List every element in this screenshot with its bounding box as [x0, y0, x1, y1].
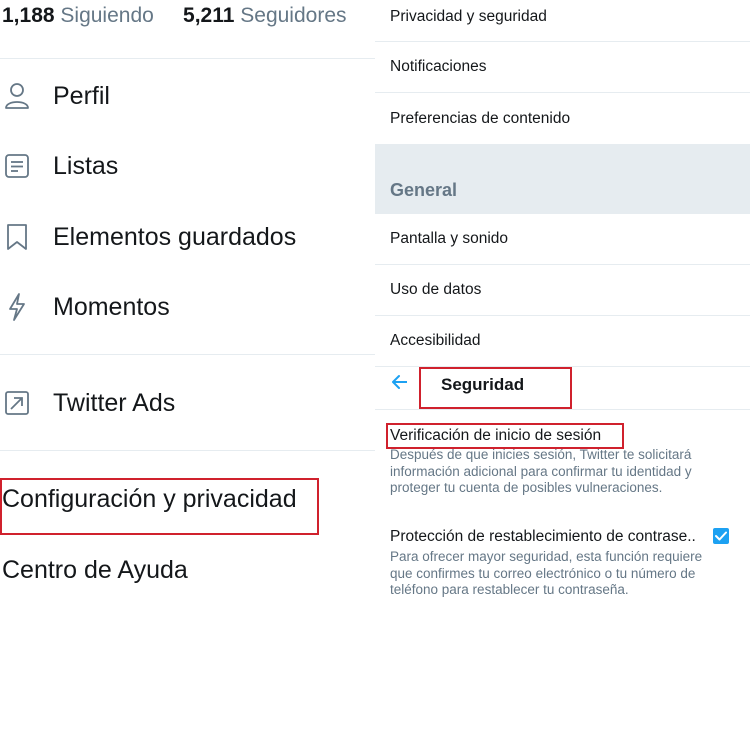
- check-icon: [715, 531, 727, 541]
- settings-item-label: Pantalla y sonido: [390, 230, 509, 247]
- menu-item-twitter-ads[interactable]: Twitter Ads: [0, 378, 375, 428]
- settings-item-display-sound[interactable]: Pantalla y sonido: [375, 214, 750, 265]
- followers-label[interactable]: Seguidores: [240, 4, 346, 27]
- help-center-link[interactable]: Centro de Ayuda: [2, 556, 188, 585]
- lightning-icon: [3, 293, 31, 321]
- section-header-general: General: [375, 144, 750, 214]
- password-reset-protection-option[interactable]: Protección de restablecimiento de contra…: [390, 528, 696, 546]
- external-arrow-icon: [3, 389, 31, 417]
- menu-item-label: Listas: [53, 151, 119, 180]
- password-reset-checkbox[interactable]: [713, 528, 729, 544]
- divider: [0, 58, 375, 59]
- settings-item-label: Privacidad y seguridad: [390, 7, 547, 25]
- page-title: Seguridad: [441, 375, 525, 394]
- user-icon: [3, 82, 31, 110]
- bookmark-icon: [3, 223, 31, 251]
- settings-item-content-preferences[interactable]: Preferencias de contenido: [375, 93, 750, 144]
- description-line: proteger tu cuenta de posibles vulneraci…: [390, 480, 663, 495]
- menu-item-label: Twitter Ads: [53, 388, 176, 417]
- settings-panel: Privacidad y seguridad Notificaciones Pr…: [375, 0, 750, 750]
- following-label[interactable]: Siguiendo: [60, 4, 153, 27]
- divider: [0, 450, 375, 451]
- login-verification-description: Después de que inicies sesión, Twitter t…: [390, 447, 740, 497]
- password-reset-description: Para ofrecer mayor seguridad, esta funci…: [390, 549, 740, 599]
- menu-item-profile[interactable]: Perfil: [0, 71, 375, 121]
- settings-item-privacy[interactable]: Privacidad y seguridad: [375, 0, 750, 42]
- following-count[interactable]: 1,188: [2, 4, 55, 27]
- menu-item-bookmarks[interactable]: Elementos guardados: [0, 212, 375, 262]
- description-line: que confirmes tu correo electrónico o tu…: [390, 565, 696, 581]
- divider: [375, 409, 750, 410]
- description-line: información adicional para confirmar tu …: [390, 463, 692, 479]
- settings-item-data-usage[interactable]: Uso de datos: [375, 265, 750, 316]
- settings-item-label: Preferencias de contenido: [390, 109, 571, 127]
- menu-item-label: Momentos: [53, 292, 170, 321]
- section-header-label: General: [390, 180, 458, 200]
- description-line: Después de que inicies sesión, Twitter t…: [390, 447, 692, 462]
- description-line: Para ofrecer mayor seguridad, esta funci…: [390, 549, 703, 564]
- settings-item-accessibility[interactable]: Accesibilidad: [375, 316, 750, 367]
- settings-item-label: Accesibilidad: [390, 332, 481, 349]
- login-verification-option[interactable]: Verificación de inicio de sesión: [390, 427, 601, 445]
- settings-item-label: Uso de datos: [390, 281, 482, 298]
- follow-stats: 1,188 Siguiendo 5,211 Seguidores: [2, 4, 347, 28]
- settings-item-label: Notificaciones: [390, 58, 487, 75]
- settings-privacy-link[interactable]: Configuración y privacidad: [2, 485, 297, 514]
- followers-count[interactable]: 5,211: [183, 4, 234, 27]
- divider: [0, 354, 375, 355]
- side-menu-panel: 1,188 Siguiendo 5,211 Seguidores Perfil …: [0, 0, 375, 750]
- list-icon: [3, 152, 31, 180]
- arrow-left-icon[interactable]: [391, 373, 409, 396]
- menu-item-lists[interactable]: Listas: [0, 141, 375, 191]
- menu-item-moments[interactable]: Momentos: [0, 282, 375, 332]
- menu-item-label: Elementos guardados: [53, 222, 297, 251]
- menu-item-label: Perfil: [53, 81, 110, 110]
- description-line: teléfono para restablecer tu contraseña.: [390, 582, 629, 597]
- settings-item-notifications[interactable]: Notificaciones: [375, 42, 750, 93]
